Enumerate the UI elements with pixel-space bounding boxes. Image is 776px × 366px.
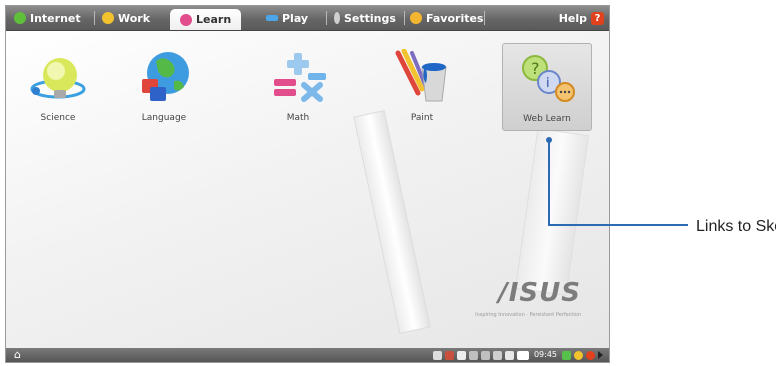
- user-icon[interactable]: [444, 350, 454, 360]
- decorative-panel: [514, 128, 590, 296]
- keyboard-icon[interactable]: [480, 350, 490, 360]
- desktop-screen: Internet Work Learn Play Settings Favori…: [5, 5, 610, 363]
- tab-separator: [484, 11, 485, 25]
- power-icon[interactable]: [586, 350, 595, 360]
- arrow-right-icon[interactable]: [598, 351, 603, 359]
- callout-line-horizontal: [548, 224, 688, 226]
- tab-separator: [326, 11, 327, 25]
- network-icon[interactable]: [432, 350, 442, 360]
- science-icon: [30, 58, 86, 99]
- tab-separator: [94, 11, 95, 25]
- brand-tagline: Inspiring Innovation · Persistent Perfec…: [475, 312, 581, 318]
- play-icon: [266, 15, 278, 21]
- decorative-panel: [353, 110, 431, 334]
- tab-settings[interactable]: Settings: [334, 8, 396, 28]
- settings-icon: [334, 12, 340, 24]
- tab-label: Internet: [30, 11, 81, 25]
- tab-bar: Internet Work Learn Play Settings Favori…: [6, 6, 609, 31]
- app-label: Math: [286, 113, 310, 123]
- tab-work[interactable]: Work: [102, 8, 150, 28]
- math-icon: [274, 53, 326, 102]
- volume-icon[interactable]: [504, 350, 514, 360]
- app-paint[interactable]: Paint: [378, 43, 466, 129]
- wireless-icon[interactable]: [492, 350, 502, 360]
- battery-icon[interactable]: [516, 350, 529, 360]
- clock: 09:45: [533, 350, 557, 359]
- callout-text: Links to Skoool: [696, 218, 776, 235]
- green-status-icon[interactable]: [562, 350, 571, 360]
- disk-icon[interactable]: [468, 350, 478, 360]
- system-tray: 09:45: [432, 349, 603, 361]
- learn-desktop: Science Language Math Paint ? i Web Lear…: [6, 31, 609, 348]
- tab-label: Learn: [196, 13, 232, 26]
- svg-text:i: i: [546, 76, 550, 91]
- app-label: Paint: [410, 113, 434, 123]
- tab-label: Play: [282, 11, 309, 25]
- app-web-learn[interactable]: ? i Web Learn: [502, 43, 592, 131]
- tab-favorites[interactable]: Favorites: [410, 8, 483, 28]
- favorites-star-icon: [410, 12, 422, 24]
- yellow-status-icon[interactable]: [574, 350, 583, 360]
- tab-internet[interactable]: Internet: [14, 8, 81, 28]
- paint-icon: [395, 49, 447, 102]
- learn-icon: [180, 13, 192, 26]
- web-learn-icon: ? i: [522, 55, 575, 102]
- help-button[interactable]: Help ?: [559, 8, 604, 28]
- app-label: Science: [40, 113, 76, 123]
- app-math[interactable]: Math: [254, 43, 342, 129]
- work-icon: [102, 12, 114, 24]
- tab-play[interactable]: Play: [266, 8, 308, 28]
- internet-icon: [14, 12, 26, 24]
- callout-line-vertical: [548, 140, 550, 226]
- app-label: Language: [141, 113, 187, 123]
- svg-text:?: ?: [531, 59, 540, 78]
- app-science[interactable]: Science: [14, 43, 102, 129]
- help-icon: ?: [591, 11, 604, 25]
- display-icon[interactable]: [456, 350, 466, 360]
- home-icon[interactable]: ⌂: [14, 349, 21, 361]
- tab-separator: [404, 11, 405, 25]
- app-language[interactable]: Language: [120, 43, 208, 129]
- tab-label: Favorites: [426, 11, 484, 25]
- language-icon: [142, 52, 189, 101]
- help-label: Help: [558, 11, 587, 25]
- app-label: Web Learn: [523, 114, 571, 124]
- brand-logo: /ISUS: [498, 278, 581, 308]
- tab-learn[interactable]: Learn: [170, 9, 242, 30]
- tab-label: Settings: [344, 11, 396, 25]
- tab-label: Work: [118, 11, 151, 25]
- taskbar: ⌂ 09:45: [6, 348, 609, 362]
